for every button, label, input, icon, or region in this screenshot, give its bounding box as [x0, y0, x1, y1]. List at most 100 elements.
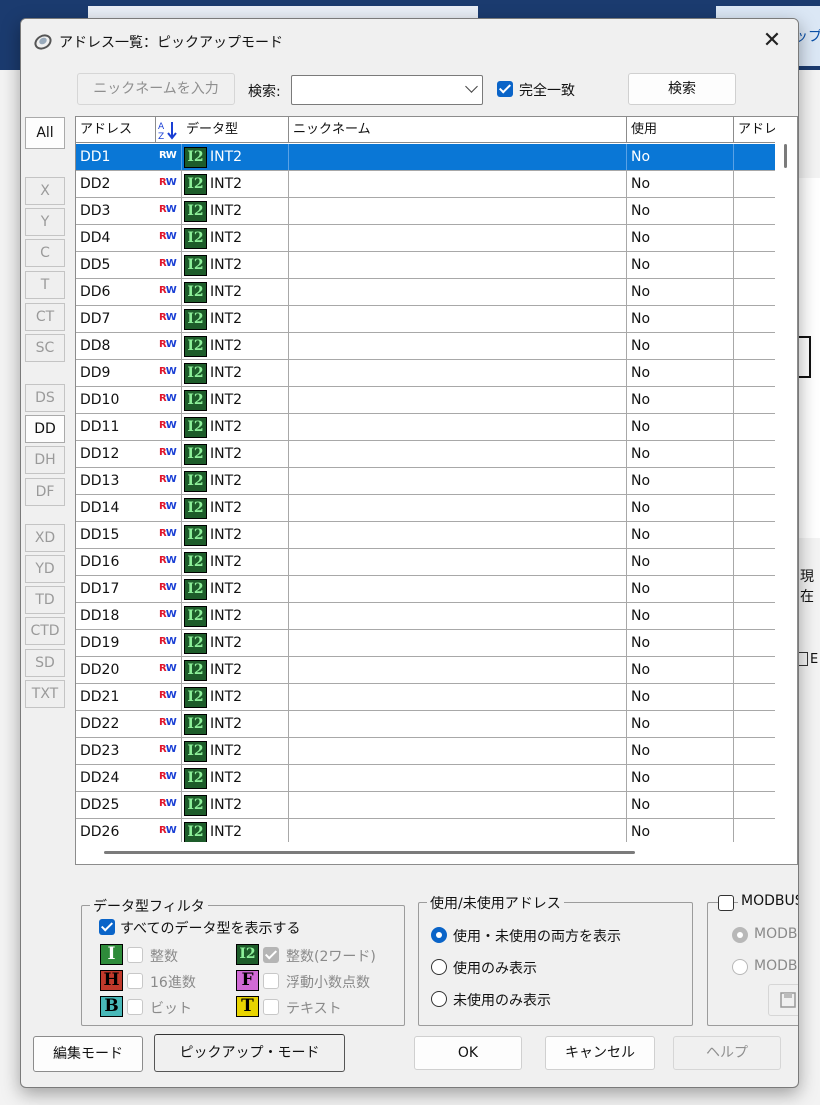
exact-match-checkbox[interactable]	[497, 81, 513, 97]
show-all-types-checkbox[interactable]	[99, 919, 115, 935]
cell-address-2	[734, 684, 776, 710]
table-row[interactable]: DD23 RW I2 INT2 No	[76, 738, 776, 765]
cell-datatype: INT2	[182, 306, 289, 332]
filter-txt-button[interactable]: TXT	[25, 680, 65, 708]
table-row[interactable]: DD18 RW I2 INT2 No	[76, 603, 776, 630]
filter-dh-button[interactable]: DH	[25, 446, 65, 474]
table-row[interactable]: DD12 RW I2 INT2 No	[76, 441, 776, 468]
table-row[interactable]: DD3 RW I2 INT2 No	[76, 198, 776, 225]
table-row[interactable]: DD7 RW I2 INT2 No	[76, 306, 776, 333]
filter-df-button[interactable]: DF	[25, 478, 65, 506]
radio-unused-only[interactable]	[431, 991, 447, 1007]
background-checkbox[interactable]	[798, 652, 808, 666]
cell-address-2	[734, 225, 776, 251]
bit-type-checkbox[interactable]	[127, 999, 143, 1015]
horizontal-scrollbar[interactable]	[76, 842, 797, 864]
filter-dd-button[interactable]: DD	[25, 415, 65, 443]
integer2-type-label: 整数(2ワード)	[286, 949, 376, 965]
cell-datatype: INT2	[182, 711, 289, 737]
cell-datatype: INT2	[182, 765, 289, 791]
filter-c-button[interactable]: C	[25, 239, 65, 267]
column-nickname[interactable]: ニックネーム	[289, 117, 627, 143]
filter-all-button[interactable]: All	[25, 117, 65, 149]
cell-nickname	[289, 468, 627, 494]
filter-sc-button[interactable]: SC	[25, 334, 65, 362]
show-all-types-label: すべてのデータ型を表示する	[120, 921, 301, 937]
modbus-radio-2[interactable]	[732, 959, 748, 975]
edit-mode-button[interactable]: 編集モード	[33, 1036, 143, 1072]
cancel-button[interactable]: キャンセル	[545, 1036, 655, 1070]
filter-ct-button[interactable]: CT	[25, 303, 65, 331]
datatype-filter-title: データ型フィルタ	[90, 896, 208, 916]
ok-button[interactable]: OK	[414, 1036, 522, 1070]
hex-type-checkbox[interactable]	[127, 973, 143, 989]
table-row[interactable]: DD2 RW I2 INT2 No	[76, 171, 776, 198]
modbus-save-button[interactable]	[768, 984, 798, 1016]
table-row[interactable]: DD17 RW I2 INT2 No	[76, 576, 776, 603]
horizontal-scroll-thumb[interactable]	[104, 851, 635, 854]
column-used[interactable]: 使用	[627, 117, 734, 143]
nickname-input-button[interactable]: ニックネームを入力	[77, 73, 235, 105]
modbus-checkbox[interactable]	[718, 895, 734, 911]
cell-datatype: INT2	[182, 144, 289, 170]
search-combobox[interactable]	[291, 75, 483, 105]
search-button[interactable]: 検索	[628, 73, 736, 105]
cell-nickname	[289, 522, 627, 548]
background-text: 現在	[800, 569, 814, 605]
address-grid[interactable]: アドレス A Z データ型 ニックネーム 使用 アドレ DD1 RW I2 INT2 N…	[75, 116, 798, 865]
vertical-scrollbar[interactable]	[775, 117, 797, 864]
app-icon	[34, 34, 52, 50]
table-row[interactable]: DD15 RW I2 INT2 No	[76, 522, 776, 549]
vertical-scroll-thumb[interactable]	[784, 144, 787, 168]
filter-ctd-button[interactable]: CTD	[25, 617, 65, 645]
column-address[interactable]: アドレス	[76, 117, 156, 143]
table-row[interactable]: DD14 RW I2 INT2 No	[76, 495, 776, 522]
filter-ds-button[interactable]: DS	[25, 384, 65, 412]
float-type-checkbox[interactable]	[263, 973, 279, 989]
table-row[interactable]: DD20 RW I2 INT2 No	[76, 657, 776, 684]
radio-show-both[interactable]	[431, 927, 447, 943]
help-button[interactable]: ヘルプ	[673, 1036, 781, 1070]
filter-yd-button[interactable]: YD	[25, 555, 65, 583]
table-row[interactable]: DD9 RW I2 INT2 No	[76, 360, 776, 387]
table-row[interactable]: DD6 RW I2 INT2 No	[76, 279, 776, 306]
usage-filter-title: 使用/未使用アドレス	[427, 893, 564, 913]
text-type-checkbox[interactable]	[263, 999, 279, 1015]
table-row[interactable]: DD21 RW I2 INT2 No	[76, 684, 776, 711]
table-row[interactable]: DD25 RW I2 INT2 No	[76, 792, 776, 819]
table-row[interactable]: DD10 RW I2 INT2 No	[76, 387, 776, 414]
filter-xd-button[interactable]: XD	[25, 524, 65, 552]
filter-t-button[interactable]: T	[25, 271, 65, 299]
filter-td-button[interactable]: TD	[25, 586, 65, 614]
integer-type-checkbox[interactable]	[127, 947, 143, 963]
column-datatype[interactable]: データ型	[182, 117, 289, 143]
radio-used-only[interactable]	[431, 959, 447, 975]
table-row[interactable]: DD16 RW I2 INT2 No	[76, 549, 776, 576]
cell-nickname	[289, 657, 627, 683]
modbus-radio-1[interactable]	[732, 927, 748, 943]
filter-x-button[interactable]: X	[25, 177, 65, 205]
sort-az-icon[interactable]: A Z	[156, 117, 182, 143]
dialog-title: アドレス一覧：ピックアップモード	[59, 35, 283, 51]
table-row[interactable]: DD1 RW I2 INT2 No	[76, 144, 776, 171]
table-row[interactable]: DD5 RW I2 INT2 No	[76, 252, 776, 279]
cell-used: No	[627, 738, 734, 764]
close-button[interactable]: ✕	[746, 19, 798, 63]
table-row[interactable]: DD22 RW I2 INT2 No	[76, 711, 776, 738]
filter-sd-button[interactable]: SD	[25, 649, 65, 677]
column-address-2[interactable]: アドレ	[734, 117, 776, 143]
chevron-down-icon[interactable]	[465, 80, 478, 93]
table-row[interactable]: DD24 RW I2 INT2 No	[76, 765, 776, 792]
pickup-mode-button[interactable]: ピックアップ・モード	[154, 1034, 345, 1072]
table-row[interactable]: DD19 RW I2 INT2 No	[76, 630, 776, 657]
filter-y-button[interactable]: Y	[25, 208, 65, 236]
table-row[interactable]: DD13 RW I2 INT2 No	[76, 468, 776, 495]
table-row[interactable]: DD8 RW I2 INT2 No	[76, 333, 776, 360]
rw-icon: RW	[159, 771, 177, 782]
table-row[interactable]: DD11 RW I2 INT2 No	[76, 414, 776, 441]
table-row[interactable]: DD4 RW I2 INT2 No	[76, 225, 776, 252]
rw-icon: RW	[159, 258, 177, 269]
integer2-type-checkbox[interactable]	[263, 947, 279, 963]
cell-nickname	[289, 198, 627, 224]
save-icon	[780, 992, 796, 1008]
